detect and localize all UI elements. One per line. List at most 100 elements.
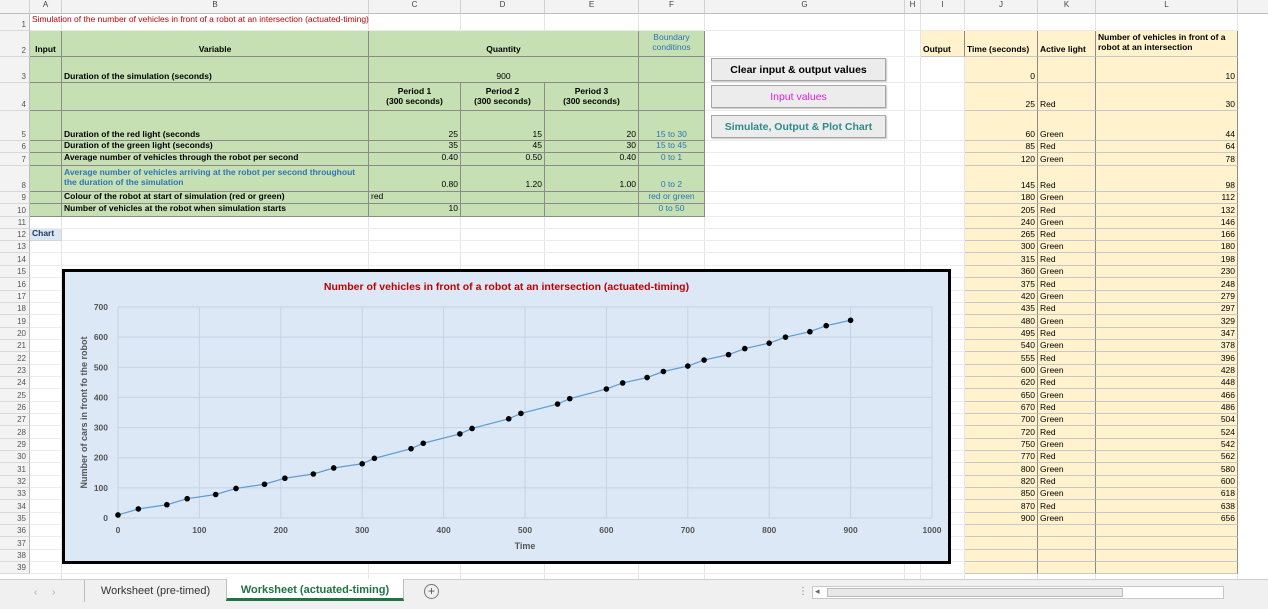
output-time-cell[interactable]: 180 [965,192,1038,204]
output-time-cell[interactable]: 120 [965,153,1038,166]
row-header[interactable]: 12 [0,229,30,241]
output-time-cell[interactable]: 240 [965,217,1038,229]
output-time-cell[interactable]: 770 [965,451,1038,463]
output-vehicles-cell[interactable]: 524 [1096,426,1238,439]
row-header[interactable]: 5 [0,111,30,141]
row-header[interactable]: 2 [0,31,30,57]
row-header[interactable]: 29 [0,439,30,451]
output-vehicles-cell[interactable]: 448 [1096,377,1238,389]
output-time-cell[interactable]: 60 [965,111,1038,141]
output-vehicles-cell[interactable]: 78 [1096,153,1238,166]
green-duration-p3[interactable]: 30 [545,141,639,153]
output-light-cell[interactable] [1038,537,1096,550]
output-light-cell[interactable]: Green [1038,439,1096,451]
column-header-b[interactable]: B [62,0,369,14]
row-header[interactable]: 19 [0,315,30,328]
row-header[interactable]: 26 [0,402,30,414]
output-vehicles-cell[interactable]: 562 [1096,451,1238,463]
row-header[interactable]: 16 [0,278,30,291]
output-light-cell[interactable]: Red [1038,328,1096,340]
a4-cell[interactable] [30,83,62,111]
quantity-header[interactable]: Quantity [369,31,639,57]
output-time-cell[interactable]: 850 [965,488,1038,500]
output-light-cell[interactable]: Red [1038,352,1096,365]
period2-header[interactable]: Period 2 (300 seconds) [461,83,545,111]
input-values-button[interactable]: Input values [711,85,886,108]
output-light-cell[interactable]: Green [1038,463,1096,476]
output-vehicles-cell[interactable]: 98 [1096,166,1238,192]
output-light-cell[interactable]: Red [1038,500,1096,513]
output-light-cell[interactable]: Red [1038,253,1096,266]
output-light-cell[interactable]: Red [1038,451,1096,463]
output-vehicles-cell[interactable]: 166 [1096,229,1238,241]
output-vehicles-cell[interactable]: 230 [1096,266,1238,278]
output-light-cell[interactable] [1038,562,1096,574]
column-header-i[interactable]: I [921,0,965,14]
b4-cell[interactable] [62,83,369,111]
row-header[interactable]: 39 [0,562,30,574]
light-column-header[interactable]: Active light [1038,31,1096,57]
red-duration-p1[interactable]: 25 [369,111,461,141]
row-header[interactable]: 1 [0,14,30,31]
output-vehicles-cell[interactable]: 638 [1096,500,1238,513]
green-duration-bound[interactable]: 15 to 45 [639,141,705,153]
output-time-cell[interactable]: 900 [965,513,1038,525]
row-header[interactable]: 18 [0,303,30,315]
output-vehicles-cell[interactable]: 112 [1096,192,1238,204]
output-time-cell[interactable]: 555 [965,352,1038,365]
clear-values-button[interactable]: Clear input & output values [711,58,886,81]
output-vehicles-cell[interactable]: 279 [1096,291,1238,303]
output-light-cell[interactable] [1038,550,1096,562]
output-vehicles-cell[interactable]: 656 [1096,513,1238,525]
red-duration-label[interactable]: Duration of the red light (seconds [62,111,369,141]
output-light-cell[interactable]: Red [1038,377,1096,389]
output-light-cell[interactable]: Green [1038,315,1096,328]
output-vehicles-cell[interactable]: 600 [1096,476,1238,488]
duration-label[interactable]: Duration of the simulation (seconds) [62,57,369,83]
column-header-d[interactable]: D [461,0,545,14]
output-time-cell[interactable]: 670 [965,402,1038,414]
output-vehicles-cell[interactable]: 180 [1096,241,1238,253]
row-header[interactable]: 3 [0,57,30,83]
vehicles-column-header[interactable]: Number of vehicles in front of a robot a… [1096,31,1238,57]
start-colour-value[interactable]: red [369,192,461,204]
output-time-cell[interactable]: 300 [965,241,1038,253]
output-light-cell[interactable]: Green [1038,340,1096,352]
output-vehicles-cell[interactable]: 378 [1096,340,1238,352]
output-time-cell[interactable]: 205 [965,204,1038,217]
input-label[interactable]: Input [30,31,62,57]
output-vehicles-cell[interactable]: 618 [1096,488,1238,500]
output-light-cell[interactable]: Red [1038,229,1096,241]
output-light-cell[interactable] [1038,57,1096,83]
output-light-cell[interactable]: Red [1038,204,1096,217]
output-light-cell[interactable]: Red [1038,141,1096,153]
output-time-cell[interactable]: 145 [965,166,1038,192]
output-light-cell[interactable]: Green [1038,488,1096,500]
output-vehicles-cell[interactable]: 396 [1096,352,1238,365]
output-light-cell[interactable]: Green [1038,414,1096,426]
row-header[interactable]: 15 [0,266,30,278]
through-rate-label[interactable]: Average number of vehicles through the r… [62,153,369,166]
row-header[interactable]: 23 [0,365,30,377]
output-vehicles-cell[interactable]: 146 [1096,217,1238,229]
output-vehicles-cell[interactable]: 10 [1096,57,1238,83]
output-time-cell[interactable]: 600 [965,365,1038,377]
column-header-e[interactable]: E [545,0,639,14]
row-header[interactable]: 10 [0,204,30,217]
e9-cell[interactable] [545,192,639,204]
output-time-cell[interactable]: 375 [965,278,1038,291]
start-colour-bound[interactable]: red or green [639,192,705,204]
select-all-corner[interactable] [0,0,30,14]
column-header-k[interactable]: K [1038,0,1096,14]
row-header[interactable]: 36 [0,525,30,537]
row-header[interactable]: 14 [0,253,30,266]
scrollbar-left-arrow-icon[interactable]: ◂ [815,586,820,597]
start-vehicles-bound[interactable]: 0 to 50 [639,204,705,217]
output-time-cell[interactable]: 750 [965,439,1038,451]
row-header[interactable]: 22 [0,352,30,365]
output-vehicles-cell[interactable]: 329 [1096,315,1238,328]
output-light-cell[interactable]: Red [1038,402,1096,414]
output-label[interactable]: Output [921,31,965,57]
output-light-cell[interactable]: Green [1038,153,1096,166]
f4-cell[interactable] [639,83,705,111]
